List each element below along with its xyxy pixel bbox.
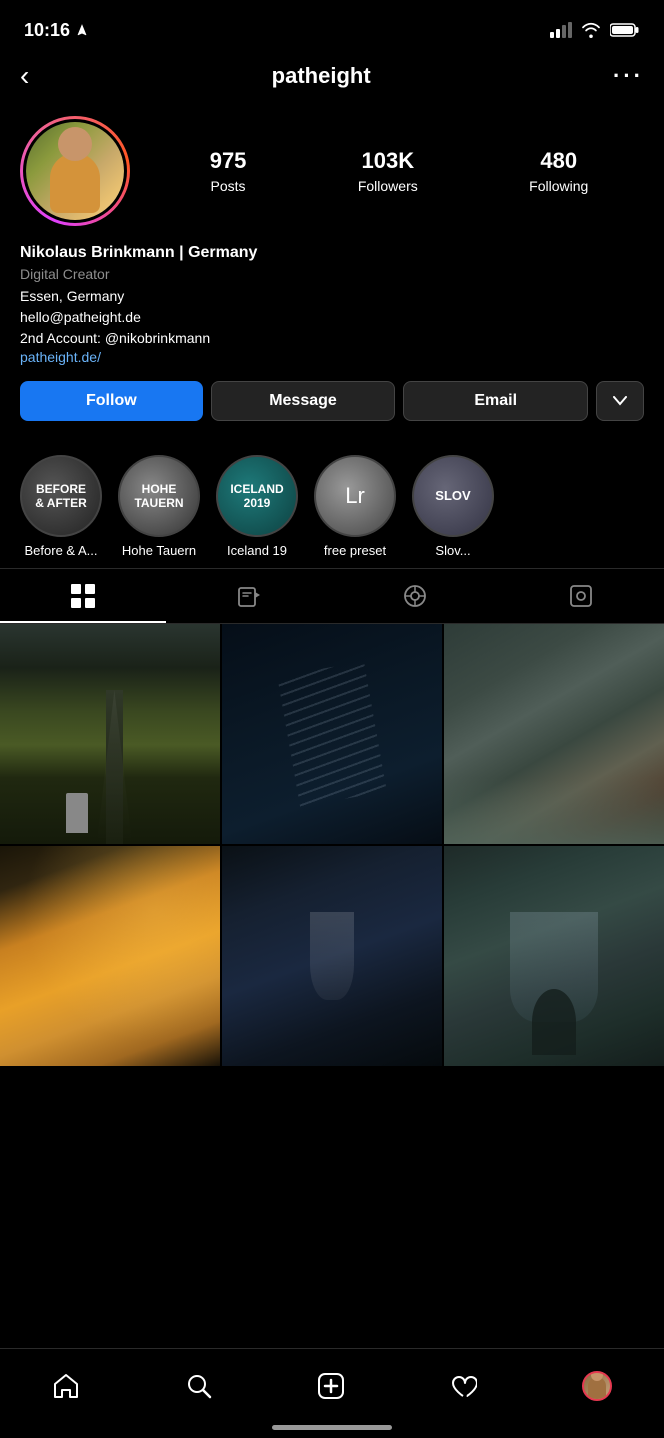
photo-cell-5[interactable] [222, 846, 442, 1066]
bio-email: hello@patheight.de [20, 307, 644, 328]
highlight-before-after[interactable]: BEFORE& AFTER Before & A... [20, 455, 102, 558]
tab-tagged[interactable] [498, 569, 664, 623]
bio-website[interactable]: patheight.de/ [20, 349, 644, 365]
highlight-label-iceland: Iceland 19 [227, 543, 287, 558]
tab-grid[interactable] [0, 569, 166, 623]
highlight-label-free-preset: free preset [324, 543, 386, 558]
action-buttons: Follow Message Email [20, 381, 644, 421]
nav-add[interactable] [317, 1372, 345, 1400]
highlight-iceland[interactable]: ICELAND2019 Iceland 19 [216, 455, 298, 558]
bio-second-account: 2nd Account: @nikobrinkmann [20, 328, 644, 349]
photo-cell-3[interactable] [444, 624, 664, 844]
tab-igtv[interactable] [166, 569, 332, 623]
highlights-list: BEFORE& AFTER Before & A... HOHETAUERN H… [0, 455, 664, 558]
following-stat: 480 Following [529, 148, 588, 194]
email-button[interactable]: Email [403, 381, 588, 421]
header-username: patheight [272, 63, 371, 89]
status-bar: 10:16 [0, 0, 664, 54]
follow-button[interactable]: Follow [20, 381, 203, 421]
wifi-icon [580, 22, 602, 38]
followers-label: Followers [358, 178, 418, 194]
photo-grid [0, 624, 664, 1066]
bio-section: Nikolaus Brinkmann | Germany Digital Cre… [20, 244, 644, 365]
bio-category: Digital Creator [20, 266, 644, 282]
more-button[interactable]: ··· [613, 63, 644, 89]
bio-name: Nikolaus Brinkmann | Germany [20, 244, 644, 262]
avatar[interactable] [20, 116, 130, 226]
highlight-label-before-after: Before & A... [25, 543, 98, 558]
posts-count: 975 [210, 148, 247, 174]
nav-search[interactable] [185, 1372, 213, 1400]
status-icons [550, 22, 640, 38]
highlight-circle-iceland: ICELAND2019 [216, 455, 298, 537]
signal-icon [550, 22, 572, 38]
following-count: 480 [540, 148, 577, 174]
stats-row: 975 Posts 103K Followers 480 Following [154, 148, 644, 194]
header: ‹ patheight ··· [0, 54, 664, 106]
following-label: Following [529, 178, 588, 194]
tabs-row [0, 568, 664, 624]
followers-stat: 103K Followers [358, 148, 418, 194]
message-button[interactable]: Message [211, 381, 396, 421]
highlight-label-hohe-tauern: Hohe Tauern [122, 543, 196, 558]
highlight-slov[interactable]: SLOV Slov... [412, 455, 494, 558]
highlights-section: BEFORE& AFTER Before & A... HOHETAUERN H… [0, 455, 664, 568]
posts-label: Posts [211, 178, 246, 194]
highlight-circle-free-preset: Lr [314, 455, 396, 537]
highlight-label-slov: Slov... [435, 543, 470, 558]
profile-top: 975 Posts 103K Followers 480 Following [20, 116, 644, 226]
photo-cell-1[interactable] [0, 624, 220, 844]
highlight-circle-before-after: BEFORE& AFTER [20, 455, 102, 537]
nav-heart[interactable] [449, 1372, 477, 1400]
highlight-free-preset[interactable]: Lr free preset [314, 455, 396, 558]
followers-count: 103K [361, 148, 414, 174]
back-button[interactable]: ‹ [20, 60, 29, 92]
dropdown-button[interactable] [596, 381, 644, 421]
photo-cell-4[interactable] [0, 846, 220, 1066]
photo-cell-2[interactable] [222, 624, 442, 844]
highlight-circle-slov: SLOV [412, 455, 494, 537]
nav-home[interactable] [52, 1372, 80, 1400]
home-indicator [272, 1425, 392, 1430]
highlight-circle-hohe-tauern: HOHETAUERN [118, 455, 200, 537]
tab-reels[interactable] [332, 569, 498, 623]
location-arrow-icon [75, 23, 89, 37]
posts-stat: 975 Posts [210, 148, 247, 194]
profile-section: 975 Posts 103K Followers 480 Following N… [0, 106, 664, 455]
nav-profile[interactable] [582, 1371, 612, 1401]
status-time: 10:16 [24, 20, 70, 41]
photo-cell-6[interactable] [444, 846, 664, 1066]
bio-location: Essen, Germany [20, 286, 644, 307]
battery-icon [610, 22, 640, 38]
highlight-hohe-tauern[interactable]: HOHETAUERN Hohe Tauern [118, 455, 200, 558]
